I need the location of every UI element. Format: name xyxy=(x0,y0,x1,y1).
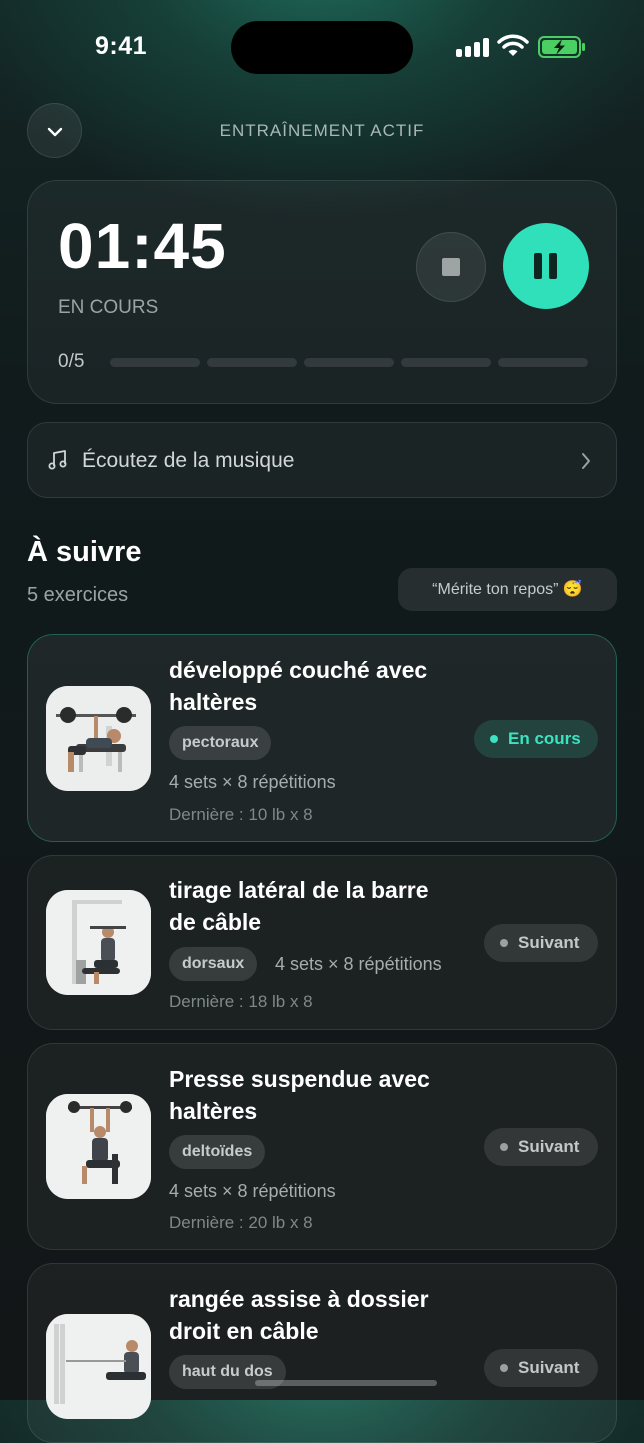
exercise-name: développé couché avec haltères xyxy=(169,657,428,715)
exercise-count: 5 exercices xyxy=(27,584,129,606)
status-dot xyxy=(500,1143,508,1151)
status-badge: Suivant xyxy=(484,1128,598,1166)
status-time: 9:41 xyxy=(95,32,148,60)
pause-button[interactable] xyxy=(503,223,589,309)
stop-button[interactable] xyxy=(416,232,486,302)
status-dot xyxy=(500,1364,508,1372)
status-badge-label: Suivant xyxy=(518,1137,580,1156)
music-note-icon xyxy=(48,450,67,470)
music-row[interactable]: Écoutez de la musique xyxy=(27,422,617,498)
page-title: ENTRAÎNEMENT ACTIF xyxy=(219,121,425,140)
status-dot xyxy=(500,939,508,947)
signal-icon xyxy=(456,37,490,57)
progress-segment xyxy=(304,358,394,367)
elapsed-time: 01:45 xyxy=(58,210,227,282)
exercise-name: tirage latéral de la barre de câble xyxy=(169,877,429,935)
exercise-thumbnail xyxy=(46,1314,151,1419)
exercise-card[interactable]: développé couché avec haltères pectoraux… xyxy=(27,634,617,842)
exercise-last: Dernière : 18 lb x 8 xyxy=(169,992,313,1011)
exercise-last: Dernière : 20 lb x 8 xyxy=(169,1213,313,1232)
exercise-last: Dernière : 10 lb x 8 xyxy=(169,805,313,824)
exercise-sets: 4 sets × 8 répétitions xyxy=(169,772,336,792)
exercise-card[interactable]: tirage latéral de la barre de câble dors… xyxy=(27,855,617,1030)
status-badge-label: Suivant xyxy=(518,933,580,952)
exercise-sets: 4 sets × 8 répétitions xyxy=(275,954,442,974)
status-badge: Suivant xyxy=(484,924,598,962)
exercise-thumbnail xyxy=(46,686,151,791)
chevron-right-icon xyxy=(582,453,590,469)
section-title: À suivre xyxy=(27,536,142,568)
wifi-icon xyxy=(497,34,529,56)
exercise-card[interactable]: rangée assise à dossier droit en câble h… xyxy=(27,1263,617,1443)
exercise-card[interactable]: Presse suspendue avec haltères deltoïdes… xyxy=(27,1043,617,1250)
muscle-tag: pectoraux xyxy=(169,726,272,760)
exercise-name: Presse suspendue avec haltères xyxy=(169,1066,430,1124)
status-bar: 9:41 xyxy=(0,0,644,96)
status-dot xyxy=(490,735,498,743)
progress-segment xyxy=(207,358,297,367)
battery-icon xyxy=(538,36,585,58)
motivation-quote: “Mérite ton repos” 😴 xyxy=(398,568,617,611)
workout-status: EN COURS xyxy=(58,297,159,318)
progress-label: 0/5 xyxy=(58,351,85,372)
status-badge-label: En cours xyxy=(508,729,581,748)
exercise-sets: 4 sets × 8 répétitions xyxy=(169,1181,336,1201)
status-badge: Suivant xyxy=(484,1349,598,1387)
status-badge: En cours xyxy=(474,720,598,758)
exercise-thumbnail xyxy=(46,1094,151,1199)
exercise-thumbnail xyxy=(46,890,151,995)
home-indicator[interactable] xyxy=(255,1380,437,1386)
dynamic-island xyxy=(231,21,413,74)
workout-timer-card: 01:45 EN COURS 0/5 xyxy=(27,180,617,404)
status-badge-label: Suivant xyxy=(518,1358,580,1377)
progress-segment xyxy=(110,358,200,367)
progress-segment xyxy=(498,358,588,367)
stop-icon xyxy=(442,258,460,276)
muscle-tag: deltoïdes xyxy=(169,1135,266,1169)
progress-segment xyxy=(401,358,491,367)
music-label: Écoutez de la musique xyxy=(82,449,295,472)
exercise-name: rangée assise à dossier droit en câble xyxy=(169,1286,429,1344)
muscle-tag: dorsaux xyxy=(169,947,258,981)
